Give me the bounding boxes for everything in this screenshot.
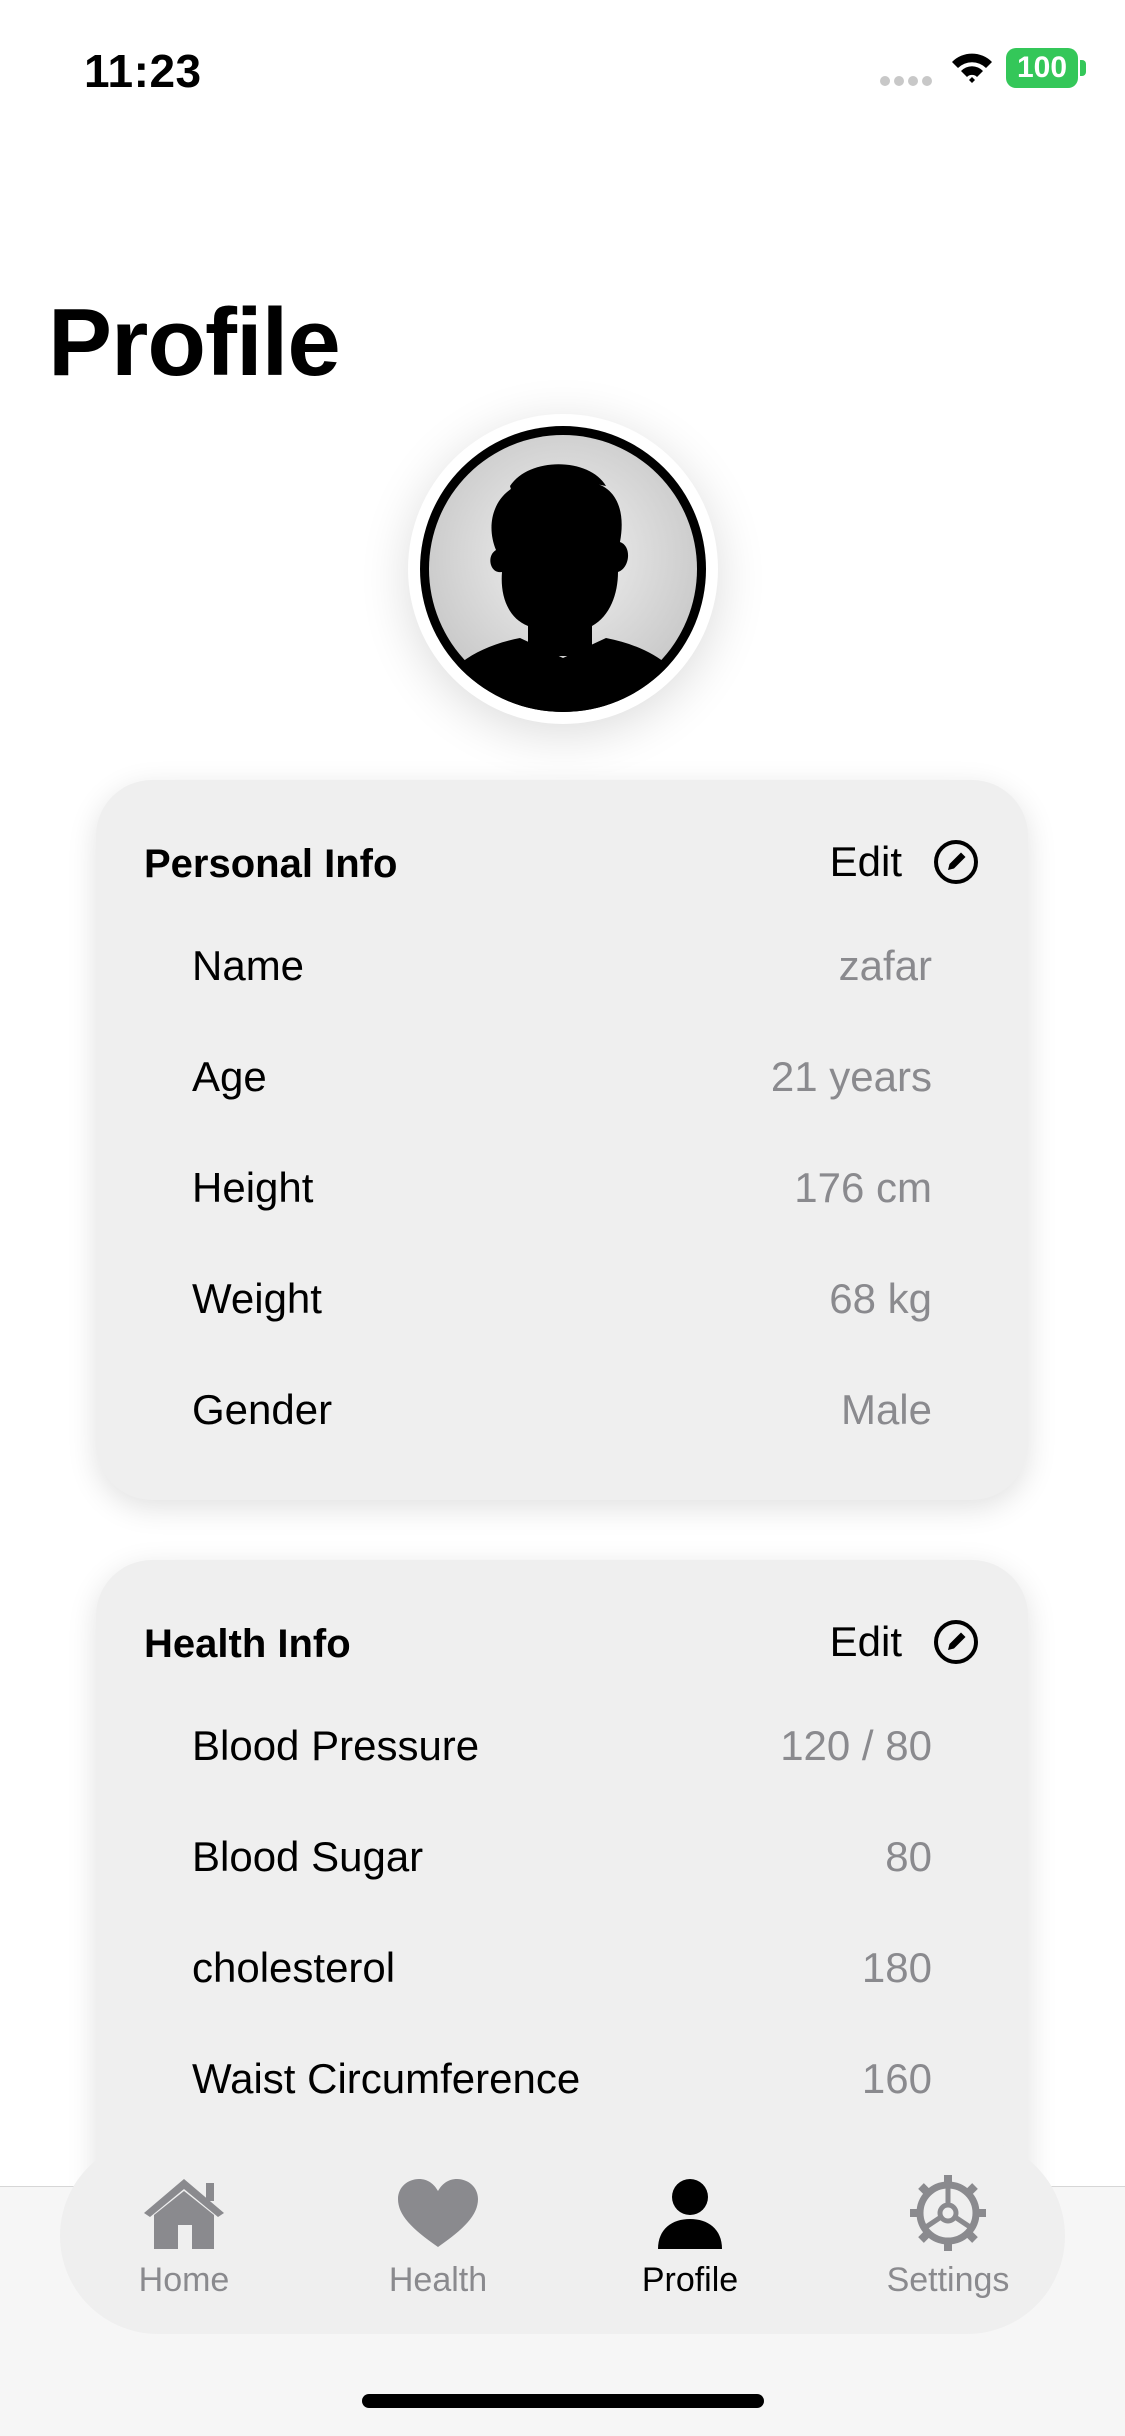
personal-info-row-age[interactable]: Age 21 years [192, 1047, 932, 1107]
health-info-row-blood-sugar[interactable]: Blood Sugar 80 [192, 1827, 932, 1887]
row-label: Gender [192, 1386, 333, 1433]
row-label: Blood Pressure [192, 1722, 480, 1769]
row-value: 68 kg [829, 1275, 932, 1322]
personal-info-row-gender[interactable]: Gender Male [192, 1380, 932, 1440]
personal-info-card: Personal Info Edit Name zafar Age 21 yea… [96, 780, 1028, 1500]
health-info-row-cholesterol[interactable]: cholesterol 180 [192, 1938, 932, 1998]
avatar[interactable] [408, 414, 718, 724]
row-label: Age [192, 1053, 267, 1100]
personal-info-row-height[interactable]: Height 176 cm [192, 1158, 932, 1218]
battery-indicator: 100 [1006, 48, 1078, 88]
row-value: zafar [838, 942, 932, 989]
edit-label: Edit [829, 838, 902, 885]
health-info-title: Health Info [144, 1622, 351, 1666]
page-title: Profile [48, 289, 341, 396]
personal-info-row-name[interactable]: Name zafar [192, 936, 932, 996]
tab-bar: Home Health Profile Settings [60, 2138, 1065, 2334]
tab-label: Profile [641, 2260, 739, 2299]
tab-profile[interactable]: Profile [580, 2138, 800, 2334]
tab-settings[interactable]: Settings [838, 2138, 1058, 2334]
personal-info-title: Personal Info [144, 842, 398, 886]
tab-label: Home [138, 2260, 230, 2299]
gear-icon [910, 2174, 986, 2251]
wifi-icon [952, 53, 992, 83]
house-icon [144, 2178, 224, 2249]
heart-icon [398, 2178, 478, 2247]
row-value: 180 [861, 1944, 932, 1991]
tab-health[interactable]: Health [328, 2138, 548, 2334]
tab-label: Health [388, 2260, 488, 2299]
row-value: 176 cm [794, 1164, 932, 1211]
row-label: Waist Circumference [192, 2055, 581, 2102]
health-info-row-blood-pressure[interactable]: Blood Pressure 120 / 80 [192, 1716, 932, 1776]
row-label: cholesterol [192, 1944, 396, 1991]
row-value: 21 years [770, 1053, 932, 1100]
row-label: Blood Sugar [192, 1833, 424, 1880]
person-silhouette-icon [429, 435, 697, 712]
tab-home[interactable]: Home [74, 2138, 294, 2334]
avatar-image [420, 426, 706, 712]
row-value: 80 [885, 1833, 932, 1880]
cellular-signal-icon [880, 76, 934, 88]
health-info-row-waist-circumference[interactable]: Waist Circumference 160 [192, 2049, 932, 2109]
personal-info-row-weight[interactable]: Weight 68 kg [192, 1269, 932, 1329]
personal-info-edit-button[interactable]: Edit [830, 836, 980, 888]
health-info-edit-button[interactable]: Edit [830, 1616, 980, 1668]
row-value: 160 [861, 2055, 932, 2102]
pencil-circle-icon [934, 1620, 978, 1664]
row-value: Male [840, 1386, 932, 1433]
battery-level: 100 [1016, 51, 1068, 84]
person-icon [658, 2178, 722, 2249]
home-indicator [362, 2394, 764, 2408]
battery-cap [1080, 60, 1086, 76]
tab-label: Settings [886, 2260, 1010, 2299]
edit-label: Edit [829, 1618, 902, 1665]
status-bar: 11:23 100 [0, 0, 1125, 140]
pencil-circle-icon [934, 840, 978, 884]
row-label: Weight [192, 1275, 322, 1322]
row-value: 120 / 80 [780, 1722, 932, 1769]
row-label: Height [192, 1164, 314, 1211]
row-label: Name [192, 942, 305, 989]
status-time: 11:23 [84, 45, 202, 97]
